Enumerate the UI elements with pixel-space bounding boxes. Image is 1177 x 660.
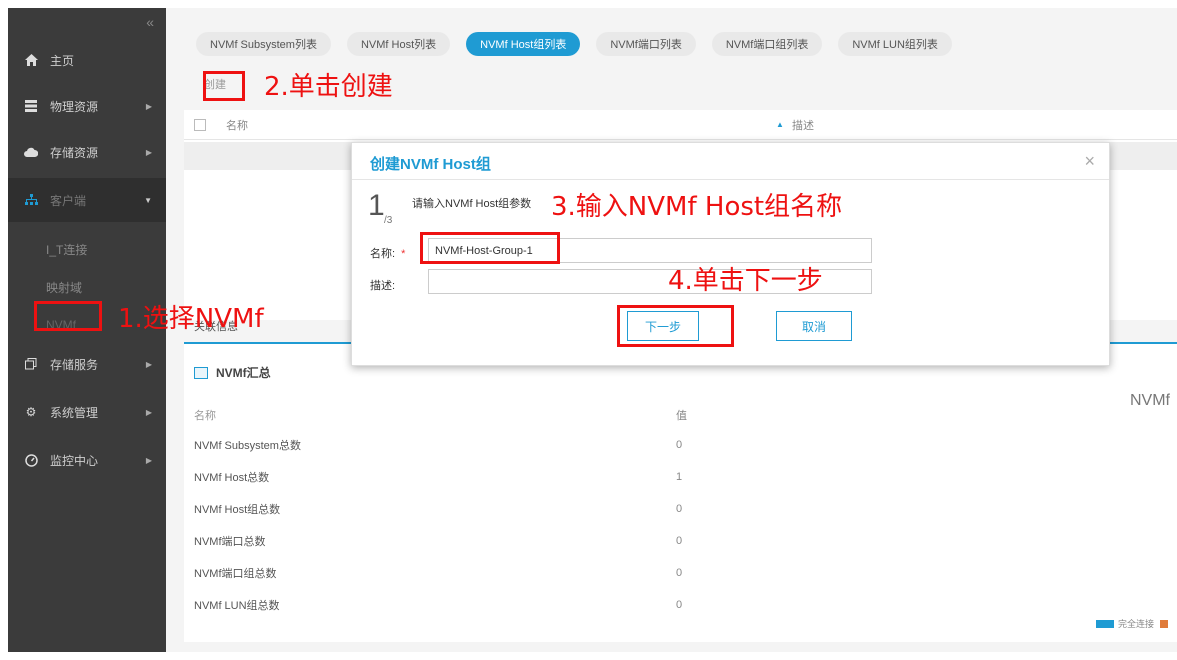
chevron-right-icon: ▶ <box>145 147 152 157</box>
highlight-box-name-input <box>420 232 560 264</box>
column-header-description[interactable]: 描述 <box>792 117 814 133</box>
sidebar-item-label: 存储服务 <box>50 357 99 372</box>
step-number: 1 <box>368 189 385 222</box>
annotation-step-4: 4.单击下一步 <box>668 266 823 296</box>
chart-legend: 完全连接 <box>1095 617 1168 630</box>
tab-nvmf-port-list[interactable]: NVMf端口列表 <box>596 32 696 56</box>
row-name: NVMf Subsystem总数 <box>194 440 301 452</box>
copy-icon <box>24 357 38 371</box>
server-icon <box>24 99 38 113</box>
sidebar-subitem-it-connection[interactable]: I_T连接 <box>8 230 166 268</box>
legend-swatch <box>1160 619 1168 628</box>
tab-nvmf-host-list[interactable]: NVMf Host列表 <box>346 32 451 56</box>
sidebar-item-label: 物理资源 <box>50 99 99 114</box>
sidebar-item-label: 客户端 <box>50 193 87 208</box>
step-hint: 请输入NVMf Host组参数 <box>412 198 532 210</box>
row-value: 1 <box>676 471 683 483</box>
table-row: NVMf端口组总数 0 <box>194 562 874 584</box>
cancel-button[interactable]: 取消 <box>776 311 852 341</box>
sidebar-subitem-label: 映射域 <box>46 280 83 295</box>
sidebar-item-label: 监控中心 <box>50 453 99 468</box>
row-name: NVMf LUN组总数 <box>194 600 280 612</box>
summary-head-name: 名称 <box>194 410 216 422</box>
image-icon <box>194 366 208 379</box>
chart-title: NVMf <box>1130 392 1170 409</box>
row-value: 0 <box>676 439 683 451</box>
row-name: NVMf Host总数 <box>194 472 270 484</box>
collapse-sidebar-button[interactable]: « <box>146 14 154 30</box>
column-header-name[interactable]: 名称 <box>226 117 248 133</box>
sidebar-item-client[interactable]: 客户端 ▼ <box>8 178 166 222</box>
row-name: NVMf端口总数 <box>194 536 266 548</box>
summary-header-row: 名称 值 <box>194 404 874 426</box>
table-row: NVMf Host组总数 0 <box>194 498 874 520</box>
annotation-step-1: 1.选择NVMf <box>118 304 264 334</box>
legend-swatch <box>1095 619 1114 628</box>
legend-label: 完全连接 <box>1117 619 1154 629</box>
chevron-right-icon: ▶ <box>145 359 152 369</box>
divider <box>352 179 1109 180</box>
row-value: 0 <box>676 503 683 515</box>
chevron-right-icon: ▶ <box>145 455 152 465</box>
home-icon <box>24 53 38 67</box>
summary-title: NVMf汇总 <box>194 364 271 381</box>
highlight-box-nvmf <box>34 301 102 331</box>
table-row: NVMf LUN组总数 0 <box>194 594 874 616</box>
screen: « 主页 物理资源 ▶ 存储资源 ▶ 客户端 ▼ I_T连接 映射域 NVMf … <box>0 0 1177 660</box>
annotation-step-3: 3.输入NVMf Host组名称 <box>551 192 843 222</box>
sidebar-item-storage-resources[interactable]: 存储资源 ▶ <box>8 130 166 174</box>
name-field-label: 名称: * <box>370 245 405 261</box>
description-field-label: 描述: <box>370 280 396 292</box>
step-total: /3 <box>384 215 393 226</box>
table-row: NVMf Host总数 1 <box>194 466 874 488</box>
tab-nvmf-host-group-list[interactable]: NVMf Host组列表 <box>466 32 581 56</box>
table-row: NVMf Subsystem总数 0 <box>194 434 874 456</box>
row-name: NVMf Host组总数 <box>194 504 281 516</box>
row-value: 0 <box>676 567 683 579</box>
summary-title-text: NVMf汇总 <box>216 366 271 380</box>
table-row: NVMf端口总数 0 <box>194 530 874 552</box>
row-value: 0 <box>676 535 683 547</box>
tab-bar: NVMf Subsystem列表 NVMf Host列表 NVMf Host组列… <box>196 32 968 56</box>
sidebar-item-physical-resources[interactable]: 物理资源 ▶ <box>8 84 166 128</box>
annotation-step-2: 2.单击创建 <box>264 72 393 102</box>
sidebar-item-label: 存储资源 <box>50 145 99 160</box>
sidebar-item-system-management[interactable]: ⚙ 系统管理 ▶ <box>8 390 166 434</box>
chevron-down-icon: ▼ <box>144 195 152 205</box>
dashboard-icon <box>24 453 38 467</box>
close-icon[interactable]: × <box>1084 151 1095 172</box>
chevron-right-icon: ▶ <box>145 101 152 111</box>
cloud-icon <box>24 145 38 159</box>
tab-nvmf-subsystem-list[interactable]: NVMf Subsystem列表 <box>196 32 331 56</box>
summary-panel: 关联信息 NVMf汇总 名称 值 NVMf Subsystem总数 0 NVMf… <box>184 321 1177 642</box>
sidebar-item-label: 系统管理 <box>50 405 99 420</box>
row-value: 0 <box>676 599 683 611</box>
sort-asc-icon[interactable]: ▲ <box>776 120 784 129</box>
sitemap-icon <box>24 193 38 207</box>
sidebar-subitem-label: I_T连接 <box>46 242 88 257</box>
dialog-title: 创建NVMf Host组 <box>370 156 491 173</box>
highlight-box-next <box>617 305 734 347</box>
tab-nvmf-port-group-list[interactable]: NVMf端口组列表 <box>711 32 823 56</box>
sidebar-item-home[interactable]: 主页 <box>8 38 166 82</box>
tab-nvmf-lun-group-list[interactable]: NVMf LUN组列表 <box>838 32 952 56</box>
summary-head-value: 值 <box>676 410 687 422</box>
table-header: 名称 ▲ 描述 <box>184 110 1177 140</box>
gear-icon: ⚙ <box>25 405 37 419</box>
name-label-text: 名称: <box>370 248 396 260</box>
chevron-right-icon: ▶ <box>145 407 152 417</box>
sidebar-item-storage-service[interactable]: 存储服务 ▶ <box>8 342 166 386</box>
sidebar-item-monitoring-center[interactable]: 监控中心 ▶ <box>8 438 166 482</box>
highlight-box-create <box>203 71 245 101</box>
required-mark: * <box>401 248 406 260</box>
row-name: NVMf端口组总数 <box>194 568 277 580</box>
select-all-checkbox[interactable] <box>194 118 206 131</box>
sidebar-item-label: 主页 <box>50 53 75 68</box>
